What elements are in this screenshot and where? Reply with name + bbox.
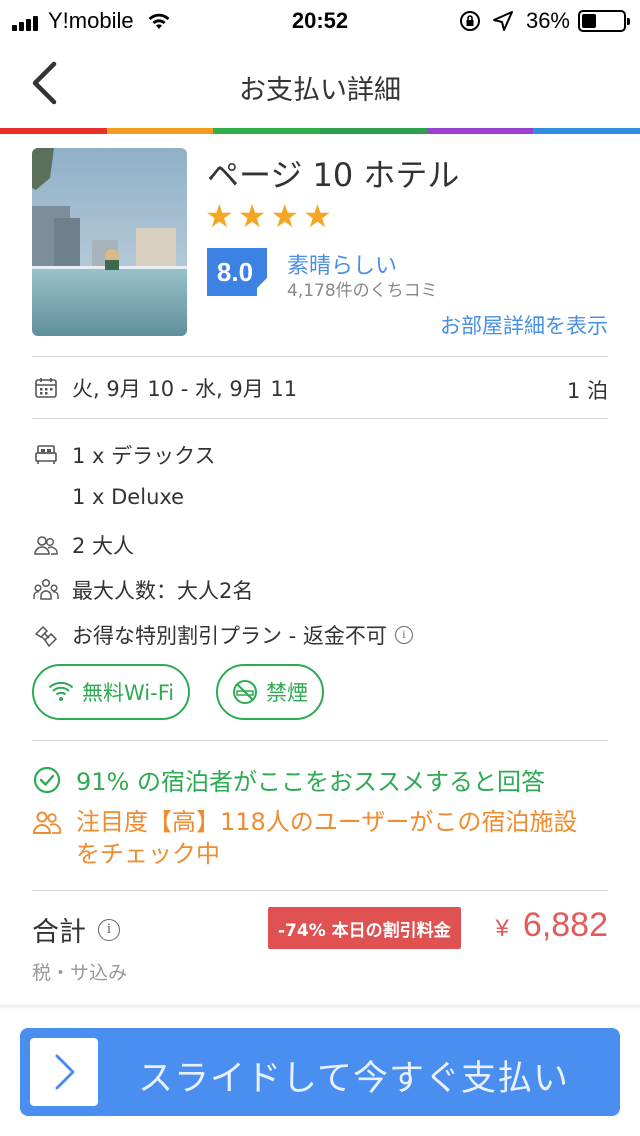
tax-note: 税・サ込み (32, 962, 128, 984)
brand-color-segment (106, 128, 214, 134)
slide-to-pay-button[interactable]: スライドして今すぐ支払い (20, 1028, 620, 1116)
star-icon: ★ (205, 197, 234, 235)
room-type-en: 1 x Deluxe (72, 485, 185, 509)
brand-color-segment (213, 128, 321, 134)
room-details-link[interactable]: お部屋詳細を表示 (440, 310, 608, 340)
popularity-text: 注目度【高】118人のユーザーがこの宿泊施設をチェック中 (76, 808, 578, 868)
orientation-lock-icon (459, 11, 480, 31)
calendar-icon (32, 374, 60, 402)
guests-icon (32, 531, 60, 559)
amenity-label: 無料Wi-Fi (82, 681, 175, 705)
discount-badge: -74% 本日の割引料金 (268, 907, 461, 949)
chevron-right-icon (55, 1054, 75, 1090)
plan-row: お得な特別割引プラン - 返金不可 i (32, 620, 608, 650)
brand-color-segment (320, 128, 427, 134)
brand-color-segment (426, 128, 534, 134)
status-bar: Y!mobile 20:52 36% (0, 0, 640, 40)
deal-icon (32, 621, 60, 649)
price-amount: 6,882 (522, 906, 608, 944)
star-icon: ★ (303, 197, 332, 235)
max-guests: 最大人数：大人2名 (72, 579, 254, 603)
total-label: 合計 (32, 917, 86, 948)
currency-symbol: ¥ (495, 915, 509, 942)
room-type-row: 1 x デラックス (32, 440, 608, 470)
check-circle-icon (33, 766, 61, 793)
recommendation-text: 91% の宿泊者がここをおススメすると回答 (76, 768, 545, 796)
footer-divider (0, 1005, 640, 1009)
review-score: 8.0 (216, 257, 254, 287)
review-count: 4,178件のくちコミ (287, 281, 438, 301)
location-icon (492, 11, 513, 31)
no-smoking-icon (232, 679, 258, 705)
battery-icon (578, 10, 630, 32)
plan: お得な特別割引プラン - 返金不可 (72, 624, 387, 648)
hotel-photo-image (32, 148, 187, 336)
max-guests-row: 最大人数：大人2名 (32, 575, 608, 605)
divider (32, 418, 608, 419)
slide-to-pay-label: スライドして今すぐ支払い (138, 1059, 569, 1099)
bed-icon (32, 441, 60, 469)
nights-count: 1 泊 (566, 379, 608, 403)
divider (32, 890, 608, 891)
divider (32, 740, 608, 741)
wifi-icon (48, 682, 74, 702)
total-info-icon[interactable]: i (98, 918, 120, 941)
stay-dates: 火, 9月 10 - 水, 9月 11 (72, 377, 298, 401)
info-icon[interactable]: i (394, 626, 413, 644)
hotel-name: ページ 10 ホテル (207, 156, 460, 194)
guests: 2 大人 (72, 534, 135, 558)
hotel-photo[interactable] (32, 148, 187, 336)
room-type-en-row: 1 x Deluxe (32, 485, 608, 509)
stay-dates-row: 火, 9月 10 - 水, 9月 11 (32, 373, 608, 403)
brand-color-strip (0, 128, 640, 134)
slide-handle[interactable] (30, 1038, 98, 1106)
room-type-ja: 1 x デラックス (72, 444, 216, 468)
page-title: お支払い詳細 (239, 75, 401, 106)
review-score-badge: 8.0 (207, 248, 267, 296)
group-icon (32, 576, 60, 604)
total-row: 合計 i (32, 910, 120, 949)
battery-percent: 36% (525, 8, 570, 33)
star-icon: ★ (270, 197, 300, 235)
star-icon: ★ (237, 197, 267, 235)
battery-fill (582, 14, 597, 28)
users-icon (32, 811, 62, 834)
status-right: 36% (458, 8, 630, 34)
brand-color-segment (0, 128, 107, 134)
amenity-non-smoking: 禁煙 (216, 664, 324, 720)
star-rating: ★ ★ ★ ★ (205, 200, 336, 232)
guests-row: 2 大人 (32, 530, 608, 560)
navbar: お支払い詳細 (0, 40, 640, 128)
popularity-row: 注目度【高】118人のユーザーがこの宿泊施設をチェック中 (32, 806, 608, 870)
divider (32, 356, 608, 357)
brand-color-segment (533, 128, 640, 134)
recommendation-row: 91% の宿泊者がここをおススメすると回答 (32, 762, 545, 797)
total-price: ¥ 6,882 (496, 906, 608, 945)
amenity-label: 禁煙 (266, 681, 308, 705)
amenity-wifi: 無料Wi-Fi (32, 664, 191, 720)
